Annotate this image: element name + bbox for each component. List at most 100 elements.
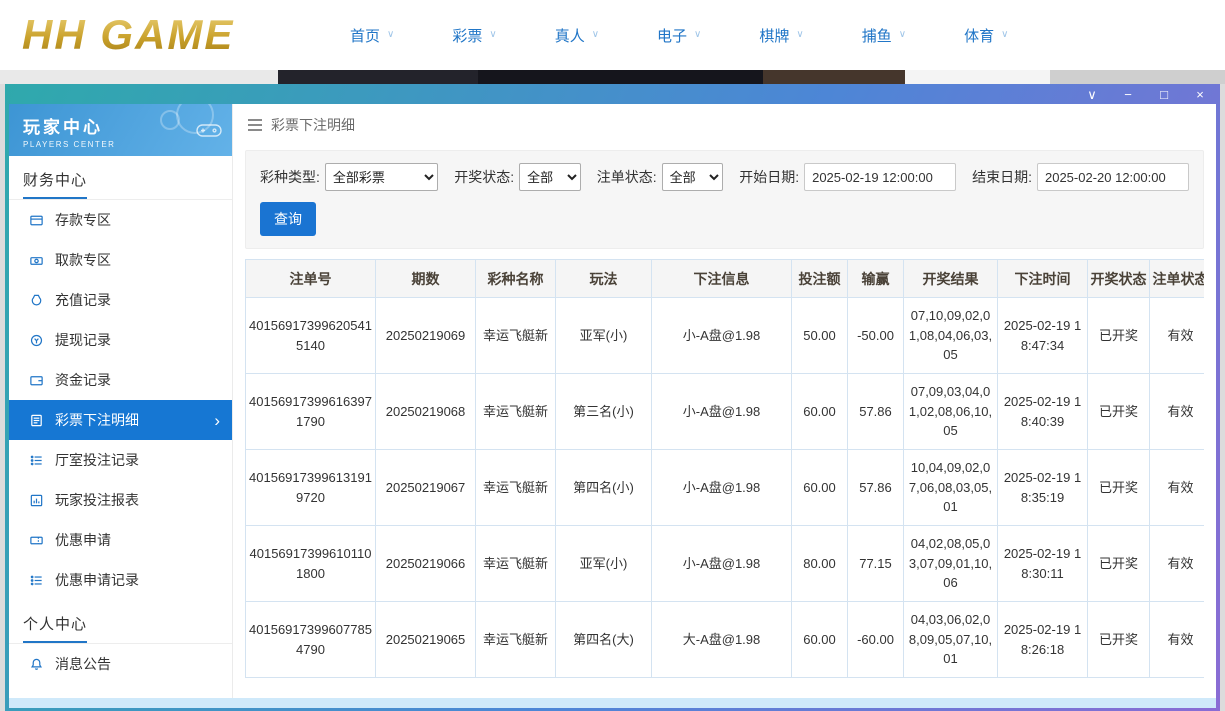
- nav-item-slots[interactable]: 电子∨: [657, 25, 701, 46]
- cell-bet_time: 2025-02-19 18:35:19: [998, 450, 1088, 526]
- cell-bet_time: 2025-02-19 18:26:18: [998, 602, 1088, 678]
- sidebar-item-hall-bet-record[interactable]: 厅室投注记录: [9, 440, 232, 480]
- cell-bet_amount: 80.00: [792, 526, 848, 602]
- table-body: 40156917399620541514020250219069幸运飞艇新亚军(…: [246, 298, 1205, 678]
- cell-order_status: 有效: [1150, 450, 1205, 526]
- window-body: 玩家中心 PLAYERS CENTER 财务中心 存款专区 取款专区: [9, 104, 1216, 708]
- nav-item-home[interactable]: 首页∨: [350, 25, 394, 46]
- column-header-issue: 期数: [376, 260, 476, 298]
- record-list-icon: [29, 453, 44, 468]
- cell-lottery_name: 幸运飞艇新: [476, 526, 556, 602]
- chevron-down-icon: ∨: [899, 30, 906, 40]
- menu-icon[interactable]: [248, 124, 262, 126]
- cell-issue: 20250219069: [376, 298, 476, 374]
- cell-order_no: 401569173996077854790: [246, 602, 376, 678]
- window-main: 玩家中心 PLAYERS CENTER 财务中心 存款专区 取款专区: [9, 104, 1216, 698]
- cell-issue: 20250219067: [376, 450, 476, 526]
- sidebar-item-label: 充值记录: [55, 290, 111, 310]
- cell-bet_info: 小-A盘@1.98: [652, 450, 792, 526]
- maximize-icon[interactable]: □: [1156, 88, 1172, 101]
- sidebar-item-withdrawal-record[interactable]: 提现记录: [9, 320, 232, 360]
- table-row: 40156917399613191972020250219067幸运飞艇新第四名…: [246, 450, 1205, 526]
- cell-lottery_name: 幸运飞艇新: [476, 298, 556, 374]
- sidebar-item-label: 厅室投注记录: [55, 450, 139, 470]
- start-date-input[interactable]: [804, 163, 956, 191]
- sidebar-item-announcements[interactable]: 消息公告: [9, 644, 232, 684]
- cell-bet_info: 大-A盘@1.98: [652, 602, 792, 678]
- wallet-icon: [29, 373, 44, 388]
- sidebar-item-player-bet-report[interactable]: 玩家投注报表: [9, 480, 232, 520]
- cell-order_no: 401569173996163971790: [246, 374, 376, 450]
- table-row: 40156917399610110180020250219066幸运飞艇新亚军(…: [246, 526, 1205, 602]
- sidebar-item-label: 优惠申请记录: [55, 570, 139, 590]
- background-banner-fragment: [278, 70, 478, 84]
- column-header-play: 玩法: [556, 260, 652, 298]
- chevron-down-icon: ∨: [796, 30, 803, 40]
- cell-order_status: 有效: [1150, 526, 1205, 602]
- top-site-bar: HH GAME 首页∨ 彩票∨ 真人 ∨ 电子∨ 棋牌∨ 捕鱼∨ 体育 ∨: [0, 0, 1225, 70]
- nav-item-cards[interactable]: 棋牌∨: [759, 25, 803, 46]
- cell-bet_info: 小-A盘@1.98: [652, 374, 792, 450]
- nav-item-lottery[interactable]: 彩票∨: [452, 25, 496, 46]
- players-center-subtitle: PLAYERS CENTER: [23, 140, 218, 149]
- chevron-down-icon: ∨: [1001, 30, 1008, 40]
- column-header-draw_result: 开奖结果: [904, 260, 998, 298]
- order-status-select[interactable]: 全部: [662, 163, 724, 191]
- cell-issue: 20250219065: [376, 602, 476, 678]
- collapse-icon[interactable]: ∨: [1084, 88, 1100, 101]
- column-header-lottery_name: 彩种名称: [476, 260, 556, 298]
- sidebar-item-deposit-zone[interactable]: 存款专区: [9, 200, 232, 240]
- sidebar-item-label: 消息公告: [55, 654, 111, 674]
- close-icon[interactable]: ×: [1192, 88, 1208, 101]
- sidebar: 玩家中心 PLAYERS CENTER 财务中心 存款专区 取款专区: [9, 104, 233, 698]
- sidebar-item-label: 玩家投注报表: [55, 490, 139, 510]
- cell-bet_amount: 60.00: [792, 450, 848, 526]
- site-logo[interactable]: HH GAME: [22, 11, 312, 59]
- search-button[interactable]: 查询: [260, 202, 316, 236]
- sidebar-item-withdraw-zone[interactable]: 取款专区: [9, 240, 232, 280]
- coin-icon: [29, 333, 44, 348]
- section-label-text: 个人中心: [23, 613, 87, 643]
- sidebar-item-promo-apply-record[interactable]: 优惠申请记录: [9, 560, 232, 600]
- cell-draw_result: 10,04,09,02,07,06,08,03,05,01: [904, 450, 998, 526]
- sidebar-item-recharge-record[interactable]: 充值记录: [9, 280, 232, 320]
- deposit-icon: [29, 213, 44, 228]
- cell-bet_time: 2025-02-19 18:30:11: [998, 526, 1088, 602]
- table-head-row: 注单号期数彩种名称玩法下注信息投注额输赢开奖结果下注时间开奖状态注单状态: [246, 260, 1205, 298]
- chevron-down-icon: ∨: [387, 30, 394, 40]
- sidebar-item-funds-record[interactable]: 资金记录: [9, 360, 232, 400]
- horizontal-scrollbar[interactable]: [9, 698, 1216, 708]
- draw-status-select[interactable]: 全部: [519, 163, 581, 191]
- report-chart-icon: [29, 493, 44, 508]
- cell-draw_status: 已开奖: [1088, 526, 1150, 602]
- nav-item-sports[interactable]: 体育 ∨: [964, 25, 1008, 46]
- nav-label: 真人: [555, 25, 585, 46]
- nav-label: 体育: [964, 25, 994, 46]
- chevron-down-icon: ∨: [592, 30, 599, 40]
- lottery-type-select[interactable]: 全部彩票: [325, 163, 438, 191]
- main-content: 彩票下注明细 彩种类型: 全部彩票 开奖状态: 全部 注单状态:: [233, 104, 1216, 698]
- column-header-draw_status: 开奖状态: [1088, 260, 1150, 298]
- order-status-label: 注单状态:: [597, 167, 657, 187]
- filter-row: 彩种类型: 全部彩票 开奖状态: 全部 注单状态: 全部 开始日期:: [260, 163, 1189, 191]
- bet-table-wrap: 注单号期数彩种名称玩法下注信息投注额输赢开奖结果下注时间开奖状态注单状态 401…: [245, 259, 1204, 698]
- cell-order_status: 有效: [1150, 602, 1205, 678]
- chevron-down-icon: ∨: [694, 30, 701, 40]
- minimize-icon[interactable]: −: [1120, 88, 1136, 101]
- draw-status-label: 开奖状态:: [454, 167, 514, 187]
- end-date-input[interactable]: [1037, 163, 1189, 191]
- nav-item-live[interactable]: 真人 ∨: [555, 25, 599, 46]
- cell-draw_result: 07,09,03,04,01,02,08,06,10,05: [904, 374, 998, 450]
- cell-order_status: 有效: [1150, 374, 1205, 450]
- sidebar-item-lottery-bet-detail[interactable]: 彩票下注明细 ›: [9, 400, 232, 440]
- cell-play: 亚军(小): [556, 298, 652, 374]
- nav-item-fishing[interactable]: 捕鱼∨: [862, 25, 906, 46]
- sidebar-item-promo-apply[interactable]: 优惠申请: [9, 520, 232, 560]
- page-header: 彩票下注明细: [233, 104, 1216, 146]
- cell-win_loss: 77.15: [848, 526, 904, 602]
- section-finance-center: 财务中心: [9, 156, 232, 200]
- column-header-bet_amount: 投注额: [792, 260, 848, 298]
- filter-panel: 彩种类型: 全部彩票 开奖状态: 全部 注单状态: 全部 开始日期:: [245, 150, 1204, 249]
- background-banner-fragment: [478, 70, 763, 84]
- cell-bet_info: 小-A盘@1.98: [652, 298, 792, 374]
